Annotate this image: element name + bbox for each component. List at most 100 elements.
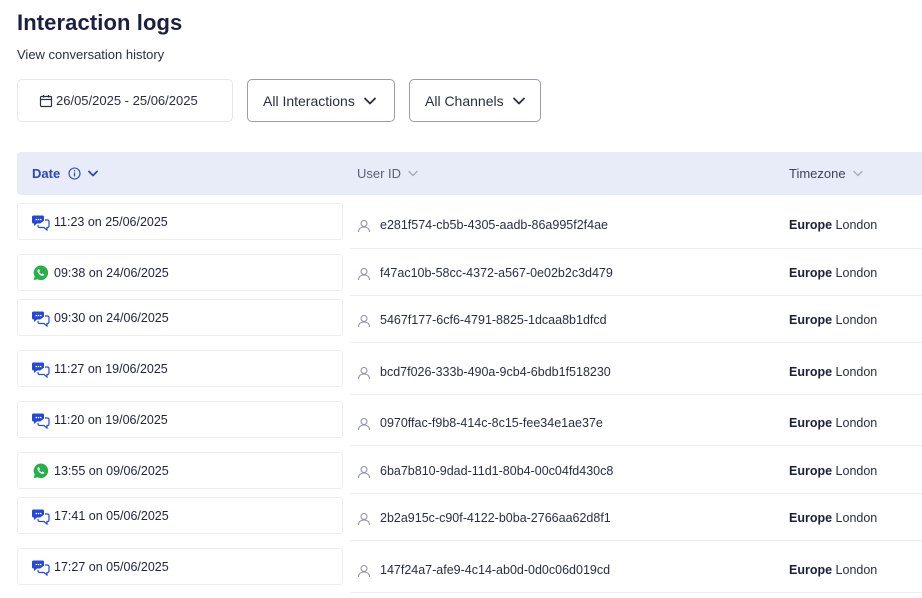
user-icon <box>357 219 371 233</box>
user-icon <box>357 465 371 479</box>
user-icon <box>357 267 371 281</box>
table-row[interactable]: 09:38 on 24/06/2025 f47ac10b-58cc-4372-a… <box>0 254 922 304</box>
chat-bubbles-icon <box>32 507 50 525</box>
table-row[interactable]: 09:30 on 24/06/2025 5467f177-6cf6-4791-8… <box>0 299 922 349</box>
user-icon <box>357 366 371 380</box>
sort-chevron-down-icon[interactable] <box>87 169 99 178</box>
table-row[interactable]: 11:23 on 25/06/2025 e281f574-cb5b-4305-a… <box>0 203 922 253</box>
table-row[interactable]: 11:20 on 19/06/2025 0970ffac-f9b8-414c-8… <box>0 401 922 451</box>
user-icon <box>357 564 371 578</box>
date-cell[interactable]: 17:27 on 05/06/2025 <box>17 548 343 585</box>
timezone-city: London <box>835 511 878 525</box>
channels-filter-select[interactable]: All Channels <box>409 79 541 122</box>
date-cell[interactable]: 09:30 on 24/06/2025 <box>17 299 343 336</box>
interactions-filter-select[interactable]: All Interactions <box>247 79 395 122</box>
interaction-datetime: 17:27 on 05/06/2025 <box>54 559 169 574</box>
user-id: bcd7f026-333b-490a-9cb4-6bdb1f518230 <box>380 365 611 379</box>
user-id: 147f24a7-afe9-4c14-ab0d-0d0c06d019cd <box>380 563 611 577</box>
column-header-date[interactable]: Date <box>32 152 99 195</box>
interaction-datetime: 17:41 on 05/06/2025 <box>54 508 169 523</box>
interaction-datetime: 11:23 on 25/06/2025 <box>54 214 168 229</box>
timezone-city: London <box>835 218 878 232</box>
column-header-user-id-label: User ID <box>357 166 402 181</box>
page-title: Interaction logs <box>17 10 183 35</box>
calendar-icon <box>39 94 53 108</box>
user-cell: 6ba7b810-9dad-11d1-80b4-00c04fd430c8 Eur… <box>350 450 922 494</box>
table-row[interactable]: 11:27 on 19/06/2025 bcd7f026-333b-490a-9… <box>0 350 922 400</box>
chat-bubbles-icon <box>32 558 50 576</box>
chat-bubbles-icon <box>32 411 50 429</box>
timezone-region: Europe <box>789 416 833 430</box>
column-header-date-label: Date <box>32 166 61 181</box>
column-header-user-id[interactable]: User ID <box>357 152 419 195</box>
date-range-value: 26/05/2025 - 25/06/2025 <box>56 93 198 108</box>
user-cell: 0970ffac-f9b8-414c-8c15-fee34e1ae37e Eur… <box>350 402 922 446</box>
timezone-region: Europe <box>789 313 833 327</box>
timezone-city: London <box>835 416 878 430</box>
timezone-cell: Europe London <box>789 313 877 327</box>
user-id: 5467f177-6cf6-4791-8825-1dcaa8b1dfcd <box>380 313 607 327</box>
chevron-down-icon <box>512 96 526 106</box>
timezone-cell: Europe London <box>789 218 877 232</box>
chat-bubbles-icon <box>32 360 50 378</box>
page-subtitle: View conversation history <box>17 47 165 62</box>
timezone-city: London <box>835 464 878 478</box>
chevron-down-icon <box>363 96 377 106</box>
user-cell: e281f574-cb5b-4305-aadb-86a995f2f4ae Eur… <box>350 205 922 249</box>
table-row[interactable]: 17:27 on 05/06/2025 147f24a7-afe9-4c14-a… <box>0 548 922 598</box>
timezone-region: Europe <box>789 365 833 379</box>
whatsapp-icon <box>32 462 50 480</box>
user-id: f47ac10b-58cc-4372-a567-0e02b2c3d479 <box>380 266 613 280</box>
info-icon[interactable] <box>68 167 81 180</box>
interaction-datetime: 11:27 on 19/06/2025 <box>54 361 168 376</box>
date-cell[interactable]: 17:41 on 05/06/2025 <box>17 497 343 534</box>
user-icon <box>357 417 371 431</box>
user-cell: 2b2a915c-c90f-4122-b0ba-2766aa62d8f1 Eur… <box>350 497 922 541</box>
timezone-cell: Europe London <box>789 365 877 379</box>
table-header: Date User ID Timezone <box>17 152 922 195</box>
chat-bubbles-icon <box>32 309 50 327</box>
timezone-city: London <box>835 313 878 327</box>
user-cell: 147f24a7-afe9-4c14-ab0d-0d0c06d019cd Eur… <box>350 549 922 593</box>
date-cell[interactable]: 11:20 on 19/06/2025 <box>17 401 343 438</box>
interaction-datetime: 09:30 on 24/06/2025 <box>54 310 169 325</box>
timezone-cell: Europe London <box>789 266 877 280</box>
user-id: 0970ffac-f9b8-414c-8c15-fee34e1ae37e <box>380 416 603 430</box>
user-cell: bcd7f026-333b-490a-9cb4-6bdb1f518230 Eur… <box>350 351 922 395</box>
date-range-filter[interactable]: 26/05/2025 - 25/06/2025 <box>17 79 233 122</box>
interactions-filter-value: All Interactions <box>263 92 355 109</box>
table-row[interactable]: 13:55 on 09/06/2025 6ba7b810-9dad-11d1-8… <box>0 452 922 502</box>
channels-filter-value: All Channels <box>425 92 504 109</box>
column-header-timezone-label: Timezone <box>789 166 846 181</box>
timezone-region: Europe <box>789 511 833 525</box>
sort-chevron-down-icon[interactable] <box>407 169 419 178</box>
timezone-cell: Europe London <box>789 416 877 430</box>
timezone-region: Europe <box>789 464 833 478</box>
date-cell[interactable]: 13:55 on 09/06/2025 <box>17 452 343 489</box>
user-cell: f47ac10b-58cc-4372-a567-0e02b2c3d479 Eur… <box>350 252 922 296</box>
whatsapp-icon <box>32 264 50 282</box>
sort-chevron-down-icon[interactable] <box>852 169 864 178</box>
user-id: e281f574-cb5b-4305-aadb-86a995f2f4ae <box>380 218 608 232</box>
interaction-datetime: 13:55 on 09/06/2025 <box>54 463 169 478</box>
timezone-cell: Europe London <box>789 563 877 577</box>
date-cell[interactable]: 09:38 on 24/06/2025 <box>17 254 343 291</box>
timezone-cell: Europe London <box>789 511 877 525</box>
chat-bubbles-icon <box>32 213 50 231</box>
user-cell: 5467f177-6cf6-4791-8825-1dcaa8b1dfcd Eur… <box>350 299 922 343</box>
timezone-region: Europe <box>789 563 833 577</box>
date-cell[interactable]: 11:27 on 19/06/2025 <box>17 350 343 387</box>
user-icon <box>357 314 371 328</box>
user-id: 6ba7b810-9dad-11d1-80b4-00c04fd430c8 <box>380 464 614 478</box>
timezone-region: Europe <box>789 218 833 232</box>
column-header-timezone[interactable]: Timezone <box>789 152 864 195</box>
interaction-datetime: 11:20 on 19/06/2025 <box>54 412 168 427</box>
timezone-cell: Europe London <box>789 464 877 478</box>
user-id: 2b2a915c-c90f-4122-b0ba-2766aa62d8f1 <box>380 511 611 525</box>
timezone-city: London <box>835 563 878 577</box>
table-row[interactable]: 17:41 on 05/06/2025 2b2a915c-c90f-4122-b… <box>0 497 922 547</box>
interaction-datetime: 09:38 on 24/06/2025 <box>54 265 169 280</box>
date-cell[interactable]: 11:23 on 25/06/2025 <box>17 203 343 240</box>
user-icon <box>357 512 371 526</box>
timezone-region: Europe <box>789 266 833 280</box>
